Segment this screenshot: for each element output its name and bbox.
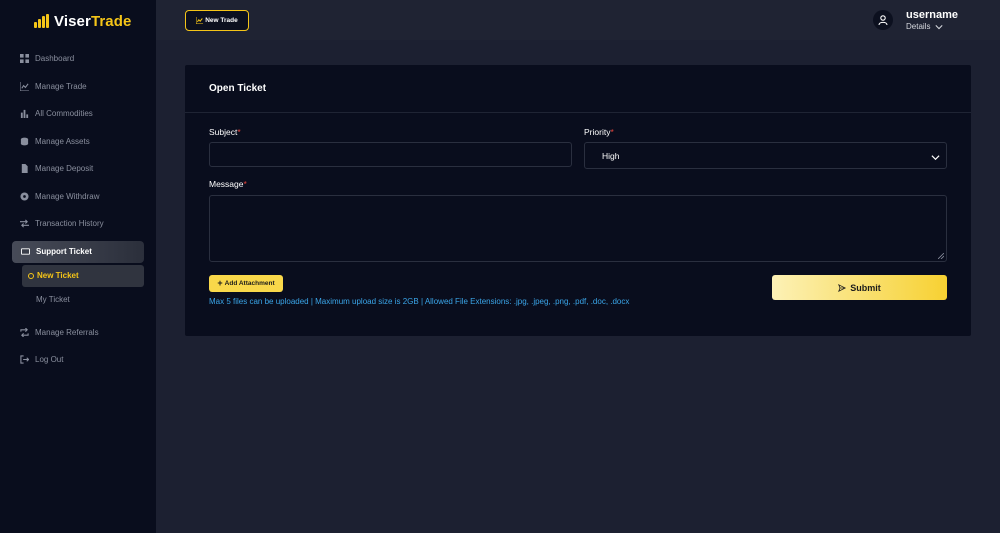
user-menu[interactable]: username Details (873, 9, 958, 31)
message-textarea[interactable] (209, 195, 947, 262)
dashboard-icon (20, 54, 29, 64)
chevron-down-icon (935, 24, 944, 29)
sidebar-item-support-ticket[interactable]: Support Ticket (12, 240, 144, 263)
sidebar-item-label: Manage Deposit (35, 164, 94, 174)
topbar: New Trade username Details (156, 0, 1000, 40)
exchange-icon (20, 219, 29, 228)
sidebar-item-log-out[interactable]: Log Out (0, 346, 156, 374)
sidebar-subitem-label: My Ticket (36, 295, 70, 304)
coins-icon (20, 137, 29, 146)
referral-icon (20, 327, 29, 337)
sidebar-item-transaction-history[interactable]: Transaction History (0, 210, 156, 238)
sidebar-item-manage-withdraw[interactable]: Manage Withdraw (0, 183, 156, 211)
logo[interactable]: ViserTrade (34, 12, 131, 30)
sidebar-item-label: Log Out (35, 355, 64, 365)
new-trade-label: New Trade (205, 17, 238, 24)
sidebar-item-manage-assets[interactable]: Manage Assets (0, 128, 156, 156)
sidebar-subitem-label: New Ticket (37, 271, 79, 280)
sidebar-item-label: Manage Assets (35, 136, 90, 146)
divider (185, 112, 971, 113)
money-icon (20, 192, 29, 201)
message-label: Message* (209, 179, 247, 189)
brand-name: ViserTrade (54, 12, 132, 30)
sidebar-nav: Dashboard Manage Trade All Commodities M… (0, 45, 156, 374)
resize-handle-icon[interactable] (938, 253, 944, 259)
sidebar-item-manage-referrals[interactable]: Manage Referrals (0, 319, 156, 347)
sidebar-item-all-commodities[interactable]: All Commodities (0, 100, 156, 128)
user-icon (878, 15, 888, 25)
subject-label: Subject* (209, 127, 241, 137)
chart-line-icon (196, 17, 204, 24)
sidebar-item-label: Manage Trade (35, 81, 87, 91)
sidebar-item-label: Transaction History (35, 219, 104, 229)
logout-icon (20, 355, 29, 364)
sidebar-subitem-my-ticket[interactable]: My Ticket (0, 287, 156, 313)
sidebar-item-label: Dashboard (35, 54, 75, 64)
new-trade-button[interactable]: New Trade (185, 10, 249, 31)
attachment-hint: Max 5 files can be uploaded | Maximum up… (209, 297, 630, 306)
avatar[interactable] (873, 10, 893, 30)
sidebar: ViserTrade Dashboard Manage Trade All Co… (0, 0, 156, 533)
circle-icon (28, 272, 34, 279)
add-attachment-button[interactable]: + Add Attachment (209, 275, 283, 292)
bar-chart-icon (20, 109, 29, 119)
plus-icon: + (217, 278, 223, 288)
sidebar-item-label: Manage Referrals (35, 327, 99, 337)
sidebar-item-label: Support Ticket (36, 247, 92, 256)
sidebar-item-label: Manage Withdraw (35, 191, 100, 201)
sidebar-item-manage-trade[interactable]: Manage Trade (0, 73, 156, 101)
subject-input[interactable] (209, 142, 572, 167)
sidebar-item-label: All Commodities (35, 109, 93, 119)
username: username (906, 9, 958, 21)
submit-button[interactable]: Submit (772, 275, 947, 300)
open-ticket-card: Open Ticket Subject* Priority* High Mess… (185, 65, 971, 336)
sidebar-item-manage-deposit[interactable]: Manage Deposit (0, 155, 156, 183)
sidebar-subitem-new-ticket[interactable]: New Ticket (22, 264, 144, 287)
logo-bars-icon (34, 14, 50, 28)
ticket-icon (21, 247, 30, 256)
priority-select[interactable]: High (584, 142, 947, 169)
chart-line-icon (20, 81, 29, 91)
priority-value: High (602, 150, 620, 161)
file-icon (20, 164, 29, 174)
card-title: Open Ticket (209, 83, 267, 94)
priority-label: Priority* (584, 127, 614, 137)
send-icon (838, 283, 847, 292)
chevron-down-icon (931, 155, 940, 161)
details-dropdown[interactable]: Details (906, 22, 958, 31)
sidebar-item-dashboard[interactable]: Dashboard (0, 45, 156, 73)
